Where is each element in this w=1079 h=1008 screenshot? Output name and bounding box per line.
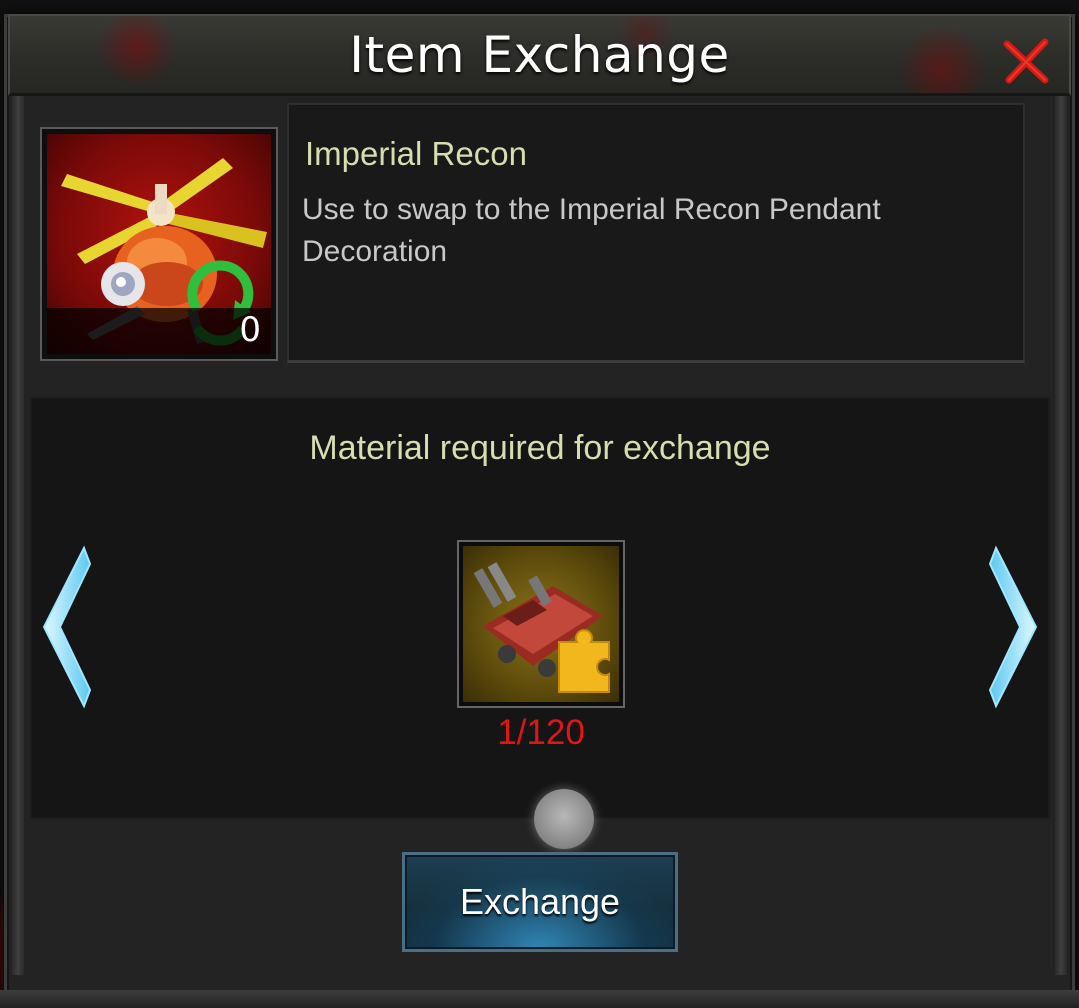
prev-arrow-button[interactable] [36,544,92,710]
imperial-recon-drone-icon: 0 [47,134,271,354]
dialog-title: Item Exchange [349,25,730,84]
page-indicator-dot[interactable] [534,789,594,849]
vehicle-puzzle-piece-icon [463,546,619,702]
bottom-frame [0,990,1079,1008]
material-slot[interactable] [457,540,625,708]
next-arrow-button[interactable] [988,544,1044,710]
close-button[interactable] [1001,36,1051,86]
frame-rail-right [1055,95,1067,975]
arrow-right-icon [988,545,1038,709]
screen: Item Exchange 0 Imperial Recon Use to sw… [0,0,1079,1008]
vehicle-illustration [473,562,610,693]
frame-rail-left [12,95,24,975]
material-heading: Material required for exchange [309,429,771,467]
material-quantity: 1/120 [497,713,585,752]
item-owned-count: 0 [239,310,261,350]
exchange-button-label: Exchange [459,881,621,922]
exchange-button[interactable]: Exchange [402,852,678,952]
item-description: Use to swap to the Imperial Recon Pendan… [302,193,881,268]
title-bar: Item Exchange [8,14,1071,96]
item-name: Imperial Recon [305,135,527,172]
close-x-icon [1003,38,1049,84]
item-card[interactable]: 0 [40,127,278,361]
material-panel: Material required for exchange 1/120 [30,397,1050,819]
count-strip [47,308,271,354]
item-info-panel: Imperial Recon Use to swap to the Imperi… [287,103,1025,363]
arrow-left-icon [42,545,92,709]
